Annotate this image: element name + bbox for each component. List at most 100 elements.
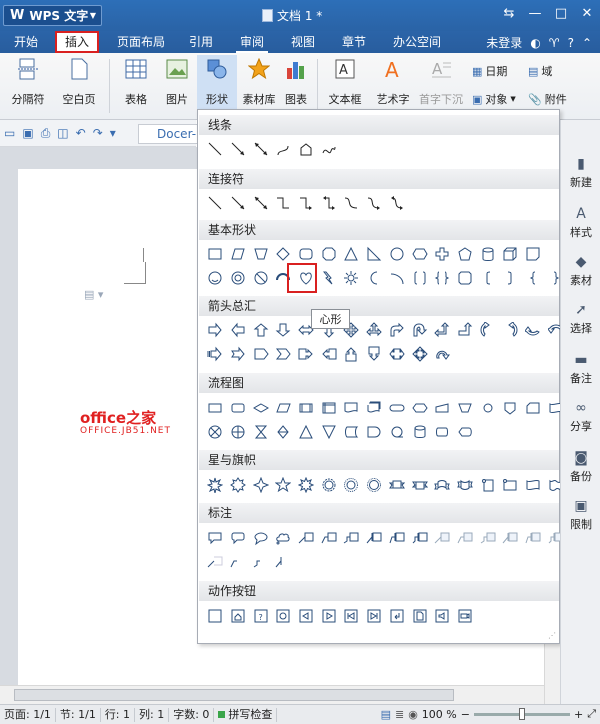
right-arrow-shape[interactable] — [204, 319, 227, 341]
notched-right-arrow-shape[interactable] — [227, 343, 250, 365]
flowchart-preparation-shape[interactable] — [408, 397, 431, 419]
accent-callout-3-shape[interactable] — [431, 527, 454, 549]
action-button-document-shape[interactable] — [408, 605, 431, 627]
bent-up-arrow-shape[interactable] — [454, 319, 477, 341]
down-ribbon-shape[interactable] — [408, 474, 431, 496]
flowchart-process-shape[interactable] — [204, 397, 227, 419]
scribble-shape[interactable] — [317, 138, 340, 160]
flowchart-collate-shape[interactable] — [249, 421, 272, 443]
double-arrow-line-shape[interactable] — [249, 138, 272, 160]
sun-shape[interactable] — [340, 267, 363, 289]
u-turn-arrow-shape[interactable] — [408, 319, 431, 341]
login-link[interactable]: 未登录 — [486, 34, 522, 51]
flowchart-internal-storage-shape[interactable] — [317, 397, 340, 419]
fit-window-icon[interactable]: ⤢ — [587, 707, 596, 721]
callout-no-border-2-shape[interactable] — [227, 551, 250, 573]
redo-icon[interactable]: ↷ — [93, 126, 103, 140]
smiley-face-shape[interactable] — [204, 267, 227, 289]
action-button-end-shape[interactable] — [363, 605, 386, 627]
plaque-shape[interactable] — [454, 267, 477, 289]
left-right-arrow-callout-shape[interactable] — [386, 343, 409, 365]
star-16-point-shape[interactable] — [317, 474, 340, 496]
curved-down-ribbon-shape[interactable] — [454, 474, 477, 496]
octagon-shape[interactable] — [317, 243, 340, 265]
no-symbol-shape[interactable] — [249, 267, 272, 289]
chevron-shape[interactable] — [272, 343, 295, 365]
bent-arrow-shape[interactable] — [386, 319, 409, 341]
open-icon[interactable]: ▭ — [4, 126, 15, 140]
shapes-button[interactable]: 形状 — [197, 55, 237, 111]
drop-cap-button[interactable]: A 首字下沉 — [416, 57, 466, 107]
flowchart-card-shape[interactable] — [522, 397, 545, 419]
accent-callout-2-shape[interactable] — [408, 527, 431, 549]
undo-icon[interactable]: ↶ — [76, 126, 86, 140]
curve-shape[interactable] — [272, 138, 295, 160]
line-callout-1-shape[interactable] — [295, 527, 318, 549]
flowchart-multidocument-shape[interactable] — [363, 397, 386, 419]
cloud-callout-shape[interactable] — [272, 527, 295, 549]
border-callout-1-shape[interactable] — [454, 527, 477, 549]
tab-page-layout[interactable]: 页面布局 — [113, 34, 169, 53]
left-right-up-arrow-shape[interactable] — [363, 319, 386, 341]
panel-backup[interactable]: ◙ 备份 — [561, 450, 600, 484]
zoom-slider[interactable] — [473, 707, 570, 720]
action-button-back-shape[interactable] — [295, 605, 318, 627]
horizontal-scroll-shape[interactable] — [499, 474, 522, 496]
straight-connector-shape[interactable] — [204, 192, 227, 214]
more-icon[interactable]: ▾ — [110, 126, 116, 140]
document-tab[interactable]: Docer- — [138, 124, 198, 144]
double-arrow-connector-shape[interactable] — [249, 192, 272, 214]
ellipse-shape[interactable] — [386, 243, 409, 265]
zoom-in-button[interactable]: + — [574, 708, 583, 721]
right-triangle-shape[interactable] — [363, 243, 386, 265]
outline-view-icon[interactable]: ≣ — [395, 708, 404, 721]
attachment-button[interactable]: 📎 附件 — [528, 91, 567, 107]
app-menu-button[interactable]: W WPS 文字 ▼ — [3, 5, 102, 26]
horizontal-scrollbar[interactable] — [0, 685, 544, 704]
maximize-button[interactable]: □ — [552, 4, 570, 22]
date-button[interactable]: ▦ 日期 — [472, 63, 507, 79]
field-button[interactable]: ▤ 域 — [528, 63, 552, 79]
picture-button[interactable]: 图片 — [158, 57, 196, 107]
left-arrow-shape[interactable] — [227, 319, 250, 341]
line-shape[interactable] — [204, 138, 227, 160]
skin-icon[interactable]: ◐ — [530, 36, 540, 50]
page-break-button[interactable]: 分隔符 — [6, 57, 50, 107]
action-button-information-shape[interactable] — [272, 605, 295, 627]
accent-callout-1-shape[interactable] — [386, 527, 409, 549]
wave-shape[interactable] — [522, 474, 545, 496]
status-words[interactable]: 字数: 0 — [169, 707, 215, 722]
collapse-ribbon-icon[interactable]: ⌃ — [582, 36, 592, 50]
curved-up-arrow-shape[interactable] — [522, 319, 545, 341]
web-view-icon[interactable]: ◉ — [408, 708, 418, 721]
diamond-shape[interactable] — [272, 243, 295, 265]
double-bracket-shape[interactable] — [408, 267, 431, 289]
flowchart-merge-shape[interactable] — [317, 421, 340, 443]
flowchart-direct-access-storage-shape[interactable] — [431, 421, 454, 443]
circular-arrow-shape[interactable] — [431, 343, 454, 365]
tab-chapter[interactable]: 章节 — [338, 34, 370, 53]
accent-border-callout-1-shape[interactable] — [522, 527, 545, 549]
panel-select[interactable]: ➚ 选择 — [561, 302, 600, 336]
triangle-shape[interactable] — [340, 243, 363, 265]
moon-shape[interactable] — [363, 267, 386, 289]
action-button-beginning-shape[interactable] — [340, 605, 363, 627]
cross-shape[interactable] — [431, 243, 454, 265]
action-button-movie-shape[interactable] — [454, 605, 477, 627]
tab-references[interactable]: 引用 — [185, 34, 217, 53]
line-callout-2-shape[interactable] — [317, 527, 340, 549]
star-24-point-shape[interactable] — [340, 474, 363, 496]
rectangular-callout-shape[interactable] — [204, 527, 227, 549]
trapezoid-shape[interactable] — [249, 243, 272, 265]
minimize-button[interactable]: — — [526, 4, 544, 22]
arrow-line-shape[interactable] — [227, 138, 250, 160]
flowchart-connector-shape[interactable] — [476, 397, 499, 419]
line-callout-4-shape[interactable] — [363, 527, 386, 549]
paste-options-icon[interactable]: ▤ ▾ — [84, 288, 103, 301]
oval-callout-shape[interactable] — [249, 527, 272, 549]
hexagon-shape[interactable] — [408, 243, 431, 265]
action-button-home-shape[interactable] — [227, 605, 250, 627]
flowchart-sort-shape[interactable] — [272, 421, 295, 443]
action-button-sound-shape[interactable] — [431, 605, 454, 627]
save-icon[interactable]: ▣ — [22, 126, 33, 140]
